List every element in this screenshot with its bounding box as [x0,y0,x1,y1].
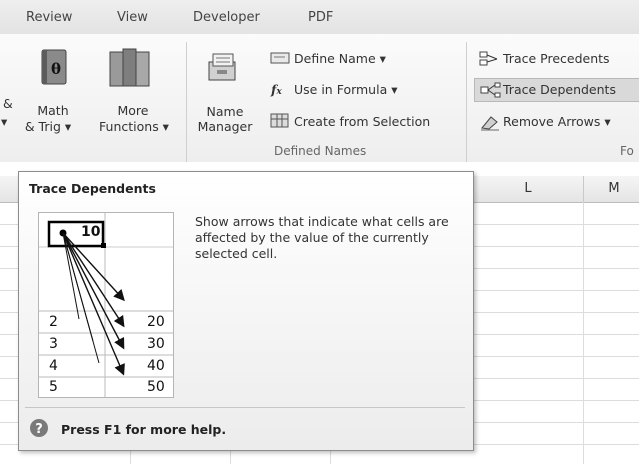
demo-cell: 50 [147,379,165,395]
column-header-m[interactable]: M [584,176,639,203]
demo-cell: 3 [49,336,58,352]
trace-precedents-label: Trace Precedents [503,51,610,66]
trace-dependents-icon [480,82,501,98]
tooltip-title: Trace Dependents [29,181,156,196]
name-manager-label-1: Name [206,104,244,119]
demo-cell: 20 [147,314,165,330]
svg-text:θ: θ [51,60,61,78]
books-icon [109,48,150,87]
math-book-icon: θ [41,49,67,85]
demo-cell: 30 [147,336,165,352]
eraser-arrows-icon [481,116,499,131]
trace-dependents-tooltip: Trace Dependents 10 2 20 3 30 4 40 5 50 … [18,171,474,451]
cut-dropdown-left: ▾ [1,114,8,129]
create-from-selection-label: Create from Selection [294,114,431,129]
use-in-formula-label: Use in Formula ▾ [294,82,398,97]
math-trig-label-1: Math [37,103,69,118]
demo-cell: 2 [49,314,58,330]
ribbon-tab-strip: Review View Developer PDF [0,0,639,35]
remove-arrows-label: Remove Arrows ▾ [503,114,611,129]
group-separator [466,42,467,162]
help-icon: ? [30,419,48,437]
column-header-l[interactable]: L [473,176,584,203]
column-line [583,202,584,464]
define-name-icon [270,52,290,64]
tab-developer[interactable]: Developer [193,10,260,25]
define-name-label: Define Name ▾ [294,51,386,66]
fx-icon: fx [271,82,282,97]
math-trig-label-2: & Trig ▾ [24,119,72,134]
trace-dependents-label: Trace Dependents [503,82,616,97]
ribbon: & ▾ θ Math & Trig ▾ More Functions ▾ Nam… [0,34,639,163]
demo-cell: 40 [147,358,165,374]
tooltip-description: Show arrows that indicate what cells are… [195,214,449,261]
name-manager-label-2: Manager [197,119,253,134]
formula-auditing-group-label: Fo [620,144,634,158]
tab-pdf[interactable]: PDF [308,10,333,25]
tab-review[interactable]: Review [26,10,72,25]
defined-names-group-label: Defined Names [274,144,367,158]
name-manager-icon [208,53,236,81]
demo-cell: 5 [49,379,58,395]
trace-dependents-button[interactable]: Trace Dependents [474,78,639,102]
more-functions-label-1: More [117,103,149,118]
source-cell-value: 10 [81,224,101,240]
tooltip-illustration: 10 2 20 3 30 4 40 5 50 [38,212,174,398]
more-functions-label-2: Functions ▾ [99,119,169,134]
tab-view[interactable]: View [117,10,148,25]
table-grid-icon [270,113,289,128]
tooltip-help-text: Press F1 for more help. [61,422,227,437]
tooltip-divider [25,407,465,408]
svg-text:?: ? [35,422,43,437]
group-separator [186,42,187,162]
cut-label-left: & [3,96,13,111]
trace-precedents-icon [479,51,498,66]
demo-cell: 4 [49,358,58,374]
